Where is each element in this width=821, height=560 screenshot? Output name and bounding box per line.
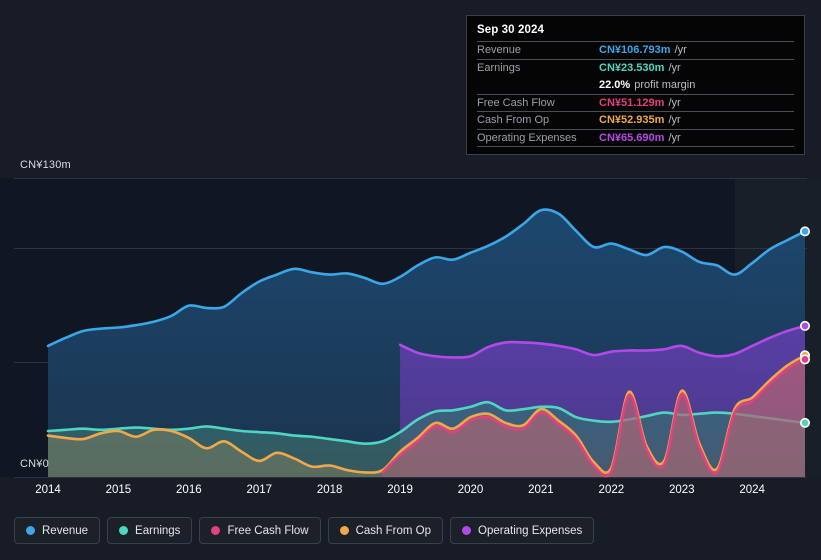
tooltip-row-unit: /yr bbox=[668, 114, 681, 127]
legend-item-free-cash-flow[interactable]: Free Cash Flow bbox=[199, 517, 321, 544]
tooltip-row-revenue: Revenue CN¥106.793m/yr bbox=[477, 41, 794, 59]
endpoint-operating-expenses[interactable] bbox=[799, 320, 810, 331]
legend-item-label: Revenue bbox=[42, 524, 89, 537]
tooltip-row-profit-margin: 22.0% profit margin bbox=[477, 76, 794, 94]
endpoint-free-cash-flow[interactable] bbox=[799, 354, 810, 365]
tooltip-row-value: CN¥65.690m bbox=[599, 131, 665, 144]
data-tooltip: Sep 30 2024 Revenue CN¥106.793m/yr Earning… bbox=[466, 15, 805, 155]
tooltip-row-value: CN¥106.793m bbox=[599, 44, 671, 57]
x-axis-tick-2020: 2020 bbox=[457, 484, 484, 496]
x-axis-labels: 2014 2015 2016 2017 2018 2019 2020 2021 2022 2023… bbox=[0, 484, 821, 502]
x-axis-tick-2021: 2021 bbox=[528, 484, 554, 496]
legend-item-cash-from-op[interactable]: Cash From Op bbox=[327, 517, 444, 544]
tooltip-row-unit: /yr bbox=[668, 131, 681, 144]
tooltip-row-label: Cash From Op bbox=[477, 114, 550, 127]
legend-item-operating-expenses[interactable]: Operating Expenses bbox=[450, 517, 595, 544]
endpoint-revenue[interactable] bbox=[799, 226, 810, 237]
tooltip-row-label: Free Cash Flow bbox=[477, 96, 555, 109]
chart-legend[interactable]: Revenue Earnings Free Cash Flow Cash From O… bbox=[14, 517, 595, 544]
x-axis-tick-2022: 2022 bbox=[598, 484, 625, 496]
legend-item-label: Operating Expenses bbox=[478, 524, 583, 537]
legend-color-dot-icon bbox=[462, 526, 472, 535]
legend-color-dot-icon bbox=[339, 526, 349, 535]
tooltip-row-value: CN¥51.129m bbox=[599, 96, 665, 109]
tooltip-row-value: CN¥52.935m bbox=[599, 114, 665, 127]
legend-item-earnings[interactable]: Earnings bbox=[107, 517, 193, 544]
legend-item-label: Cash From Op bbox=[355, 524, 432, 537]
tooltip-row-label: Earnings bbox=[477, 61, 521, 74]
tooltip-row-unit: /yr bbox=[668, 61, 681, 74]
tooltip-row-label: Operating Expenses bbox=[477, 131, 577, 144]
tooltip-date: Sep 30 2024 bbox=[477, 24, 544, 36]
tooltip-row-operating-expenses: Operating Expenses CN¥65.690m/yr bbox=[477, 128, 794, 147]
tooltip-rows: Revenue CN¥106.793m/yr Earnings CN¥23.530m /… bbox=[477, 41, 794, 147]
profit-margin-value: 22.0% bbox=[599, 78, 631, 91]
x-axis-tick-2014: 2014 bbox=[35, 484, 61, 496]
x-axis-tick-2018: 2018 bbox=[316, 484, 343, 496]
tooltip-row-unit: /yr bbox=[674, 44, 687, 57]
tooltip-row-free-cash-flow: Free Cash Flow CN¥51.129m/yr bbox=[477, 93, 794, 112]
tooltip-bottom-divider bbox=[477, 146, 794, 147]
y-axis-zero-label: CN¥0 bbox=[20, 458, 49, 470]
x-axis-tick-2024: 2024 bbox=[739, 484, 765, 496]
x-axis-tick-2016: 2016 bbox=[176, 484, 202, 496]
endpoint-earnings[interactable] bbox=[799, 417, 810, 428]
x-axis-tick-2023: 2023 bbox=[668, 484, 695, 496]
financials-chart-page: CN¥130m CN¥0 2014 2015 2016 2017 2018 2019 202… bbox=[0, 0, 821, 560]
x-axis-tick-2017: 2017 bbox=[246, 484, 273, 496]
legend-color-dot-icon bbox=[211, 526, 221, 535]
tooltip-row-unit: /yr bbox=[668, 96, 681, 109]
tooltip-row-value: CN¥23.530m bbox=[599, 61, 665, 74]
legend-item-revenue[interactable]: Revenue bbox=[14, 517, 101, 544]
profit-margin-label: profit margin bbox=[634, 78, 696, 91]
legend-color-dot-icon bbox=[26, 526, 35, 535]
tooltip-row-label: Revenue bbox=[477, 44, 522, 57]
legend-item-label: Earnings bbox=[135, 524, 181, 537]
tooltip-row-earnings: Earnings CN¥23.530m/yr bbox=[477, 58, 794, 77]
y-axis-max-label: CN¥130m bbox=[20, 159, 71, 171]
legend-color-dot-icon bbox=[119, 526, 129, 535]
x-axis-tick-2015: 2015 bbox=[105, 484, 132, 496]
x-axis-tick-2019: 2019 bbox=[387, 484, 413, 496]
legend-item-label: Free Cash Flow bbox=[227, 524, 309, 537]
tooltip-row-cash-from-op: Cash From Op CN¥52.935m/yr bbox=[477, 111, 794, 129]
